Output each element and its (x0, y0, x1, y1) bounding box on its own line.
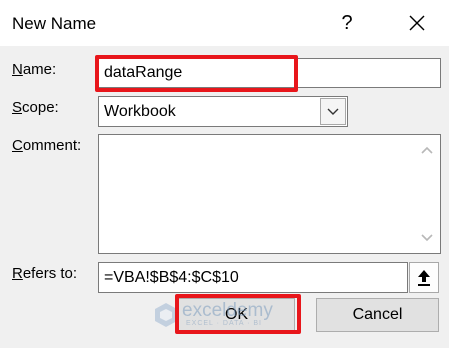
new-name-dialog: New Name ? Name: dataRange Scope: Workbo… (0, 0, 449, 348)
collapse-dialog-button[interactable] (409, 262, 439, 293)
ok-highlight-box (175, 294, 301, 334)
close-button[interactable] (402, 8, 432, 38)
scope-label: Scope: (12, 99, 59, 116)
cancel-button[interactable]: Cancel (316, 298, 439, 332)
close-icon (409, 15, 425, 31)
scroll-down-icon[interactable] (420, 233, 434, 243)
dialog-title: New Name (12, 14, 97, 33)
title-bar: New Name ? (0, 0, 449, 46)
refers-to-label: Refers to: (12, 265, 78, 282)
cancel-button-label: Cancel (352, 306, 403, 323)
scroll-up-icon[interactable] (420, 145, 434, 155)
refers-to-input[interactable]: =VBA!$B$4:$C$10 (98, 262, 408, 293)
help-icon: ? (341, 12, 353, 34)
name-label: Name: (12, 61, 57, 78)
comment-label: Comment: (12, 137, 82, 154)
help-button[interactable]: ? (332, 8, 362, 38)
scope-select-value: Workbook (104, 103, 176, 120)
collapse-dialog-icon (418, 270, 430, 286)
chevron-down-icon (327, 108, 339, 115)
scope-select[interactable]: Workbook (98, 96, 348, 127)
refers-to-value: =VBA!$B$4:$C$10 (104, 269, 239, 286)
scope-dropdown-button[interactable] (320, 98, 346, 125)
comment-textarea[interactable] (98, 134, 441, 254)
name-highlight-box (95, 55, 298, 92)
